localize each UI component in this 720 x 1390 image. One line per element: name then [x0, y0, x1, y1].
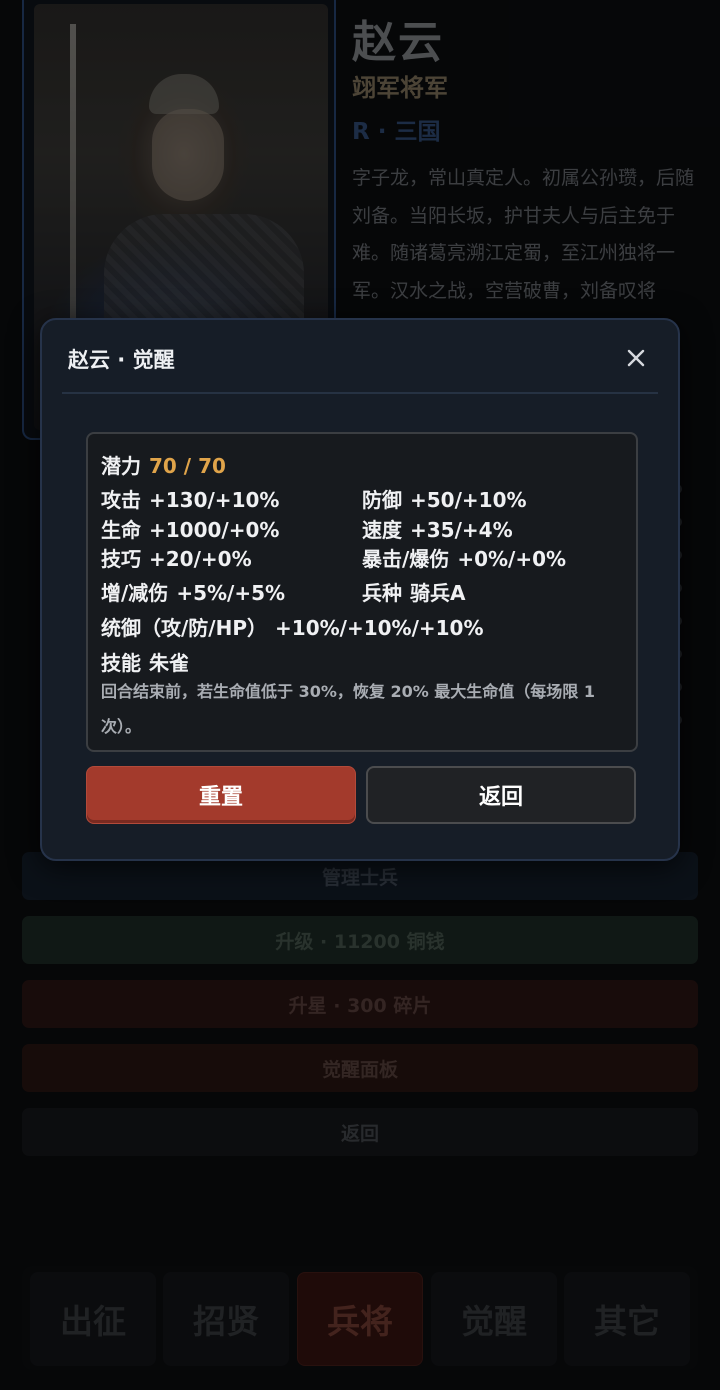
hp-stat: 生命 +1000/+0%	[101, 514, 279, 543]
technique-value: +20/+0%	[149, 547, 252, 571]
ability-value: 朱雀	[149, 651, 189, 675]
crit-stat: 暴击/爆伤 +0%/+0%	[362, 543, 566, 572]
troop-type-value: 骑兵A	[410, 581, 466, 605]
damage-mod-label: 增/减伤	[101, 581, 169, 605]
technique-stat: 技巧 +20/+0%	[101, 543, 252, 572]
command-stat: 统御（攻/防/HP） +10%/+10%/+10%	[101, 612, 484, 641]
attack-stat: 攻击 +130/+10%	[101, 484, 279, 513]
speed-label: 速度	[362, 518, 402, 542]
defense-stat: 防御 +50/+10%	[362, 484, 527, 513]
attack-value: +130/+10%	[149, 488, 280, 512]
skill-description: 回合结束前，若生命值低于 30%，恢复 20% 最大生命值（每场限 1 次）。	[101, 682, 596, 736]
hp-value: +1000/+0%	[149, 518, 280, 542]
potential-value: 70 / 70	[149, 454, 226, 478]
troop-type-stat: 兵种 骑兵A	[362, 577, 465, 606]
reset-button[interactable]: 重置	[86, 766, 356, 824]
ability-stat: 技能 朱雀	[101, 647, 189, 676]
return-button[interactable]: 返回	[366, 766, 636, 824]
damage-mod-stat: 增/减伤 +5%/+5%	[101, 577, 285, 606]
troop-type-label: 兵种	[362, 581, 402, 605]
defense-value: +50/+10%	[410, 488, 527, 512]
attack-label: 攻击	[101, 488, 141, 512]
command-label: 统御（攻/防/HP）	[101, 616, 268, 640]
modal-title: 赵云 · 觉醒	[68, 348, 175, 372]
crit-label: 暴击/爆伤	[362, 547, 450, 571]
close-icon	[627, 349, 645, 367]
speed-value: +35/+4%	[410, 518, 513, 542]
close-button[interactable]	[618, 340, 654, 376]
potential-label: 潜力	[101, 454, 141, 478]
crit-value: +0%/+0%	[457, 547, 567, 571]
defense-label: 防御	[362, 488, 402, 512]
potential-stat: 潜力 70 / 70	[101, 450, 226, 479]
damage-mod-value: +5%/+5%	[176, 581, 286, 605]
awaken-modal: 赵云 · 觉醒 潜力 70 / 70 攻击 +130/+10% 防御 +50/+10%…	[40, 318, 680, 861]
speed-stat: 速度 +35/+4%	[362, 514, 513, 543]
modal-divider	[62, 392, 658, 394]
command-value: +10%/+10%/+10%	[275, 616, 484, 640]
hp-label: 生命	[101, 518, 141, 542]
stats-panel: 潜力 70 / 70 攻击 +130/+10% 防御 +50/+10% 生命 +1000…	[86, 432, 638, 752]
technique-label: 技巧	[101, 547, 141, 571]
ability-label: 技能	[101, 651, 141, 675]
